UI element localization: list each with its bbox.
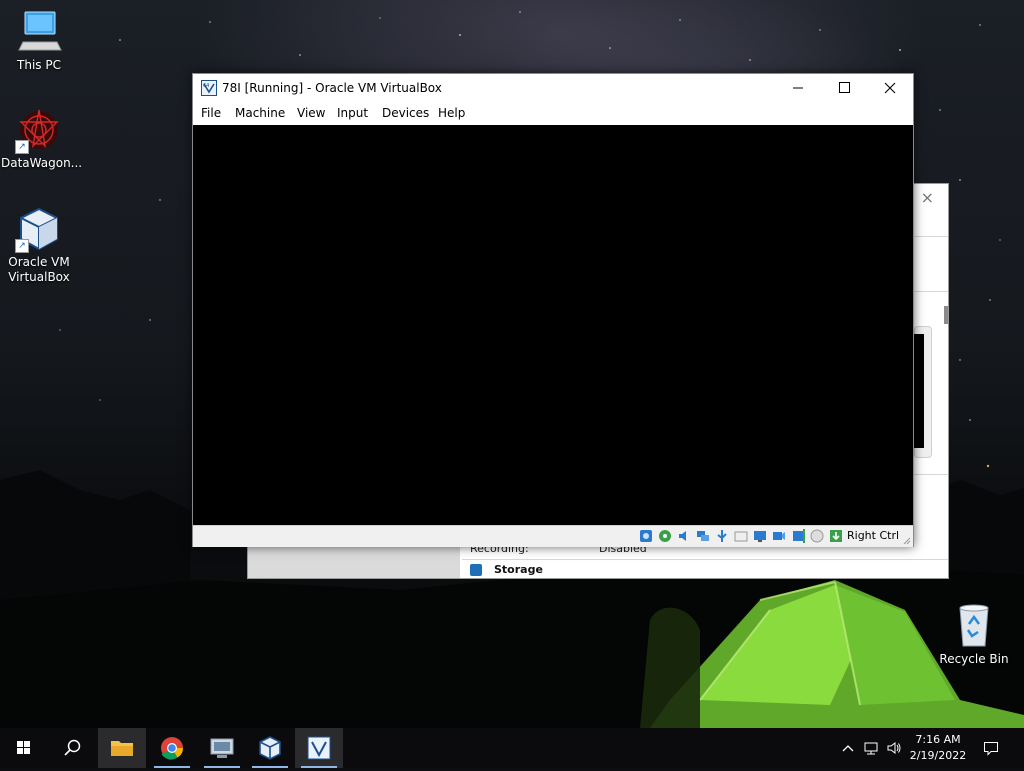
menu-machine[interactable]: Machine [235,106,285,120]
shortcut-arrow-icon: ↗ [15,239,29,253]
volume-icon[interactable] [886,740,902,756]
host-key-label: Right Ctrl [847,529,900,542]
status-bar: Right Ctrl [193,525,913,547]
this-pc-icon [15,8,63,56]
taskbar-file-explorer[interactable] [98,728,146,768]
menu-file[interactable]: File [201,106,221,120]
vm-display[interactable] [193,125,913,525]
manager-scrollbar-thumb[interactable] [944,306,948,324]
hard-disk-icon[interactable] [639,529,653,543]
taskbar-chrome[interactable] [148,728,196,768]
taskbar-virtualbox[interactable] [246,728,294,768]
chrome-icon [161,737,183,760]
usb-icon[interactable] [715,529,729,543]
menu-input[interactable]: Input [337,106,368,120]
vm-list-panel[interactable] [248,544,460,578]
resize-grip[interactable] [903,537,911,545]
audio-icon[interactable] [677,529,691,543]
video-capture-icon[interactable] [772,529,786,543]
storage-label: Storage [494,563,543,576]
desktop-icon-label: Recycle Bin [939,652,1009,666]
network-icon[interactable] [863,740,879,756]
recycle-bin-icon [950,602,998,650]
clock[interactable]: 7:16 AM 2/19/2022 [906,732,970,764]
desktop-icon-recycle-bin[interactable]: Recycle Bin [936,602,1012,667]
close-icon [884,82,896,94]
search-button[interactable] [48,728,96,768]
taskbar-remote-desktop[interactable] [198,728,246,768]
mouse-integration-icon[interactable] [810,529,824,543]
close-button[interactable] [867,74,913,102]
optical-disk-icon[interactable] [658,529,672,543]
virtualbox-icon [259,736,281,760]
start-button[interactable] [0,728,48,768]
desktop-icon-label: This PC [17,58,61,72]
minimize-icon [793,87,803,89]
manager-close-button[interactable]: × [921,188,934,207]
divider [913,236,948,237]
maximize-button[interactable] [821,74,867,102]
minimize-button[interactable] [775,74,821,102]
menu-devices[interactable]: Devices [382,106,429,120]
svg-text:64: 64 [203,83,209,89]
desktop-icon-virtualbox[interactable]: ↗ Oracle VM VirtualBox [1,205,77,285]
virtualbox-vm-icon [307,736,331,760]
maximize-icon [839,82,850,93]
desktop-icon-datawagon[interactable]: ↗ DataWagon... [1,106,83,171]
remote-desktop-icon [210,738,234,758]
search-icon [64,739,81,756]
keyboard-icon[interactable] [829,529,843,543]
divider [913,291,948,292]
start-icon [17,741,30,754]
desktop-icon-label: Oracle VM VirtualBox [8,255,70,284]
menu-bar: File Machine View Input Devices Help [193,102,913,124]
show-hidden-icons-icon[interactable] [840,740,856,756]
taskbar-virtualbox-vm[interactable] [295,728,343,768]
menu-view[interactable]: View [297,106,325,120]
desktop-icon-label: DataWagon... [1,156,83,170]
storage-icon [470,564,482,576]
divider [913,474,948,475]
storage-section-header[interactable]: Storage [462,559,948,579]
window-title: 78I [Running] - Oracle VM VirtualBox [222,81,442,95]
virtualbox-icon: ↗ [15,205,63,253]
datawagon-icon: ↗ [15,106,63,154]
taskbar: 7:16 AM 2/19/2022 [0,728,1024,768]
shortcut-arrow-icon: ↗ [15,140,29,154]
title-bar[interactable]: 64 78I [Running] - Oracle VM VirtualBox [193,74,913,102]
action-center-icon[interactable] [983,740,999,756]
menu-help[interactable]: Help [438,106,465,120]
desktop-icon-this-pc[interactable]: This PC [1,8,77,73]
vm-window[interactable]: 64 78I [Running] - Oracle VM VirtualBox … [192,73,914,547]
shared-folders-icon[interactable] [734,529,748,543]
display-icon[interactable] [753,529,767,543]
network-icon[interactable] [696,529,710,543]
cpu-icon[interactable] [791,529,805,543]
virtualbox-vm-icon: 64 [201,80,217,96]
file-explorer-icon [111,741,133,756]
clock-time: 7:16 AM [915,733,961,746]
vm-preview-screen [914,334,924,448]
clock-date: 2/19/2022 [909,749,967,762]
